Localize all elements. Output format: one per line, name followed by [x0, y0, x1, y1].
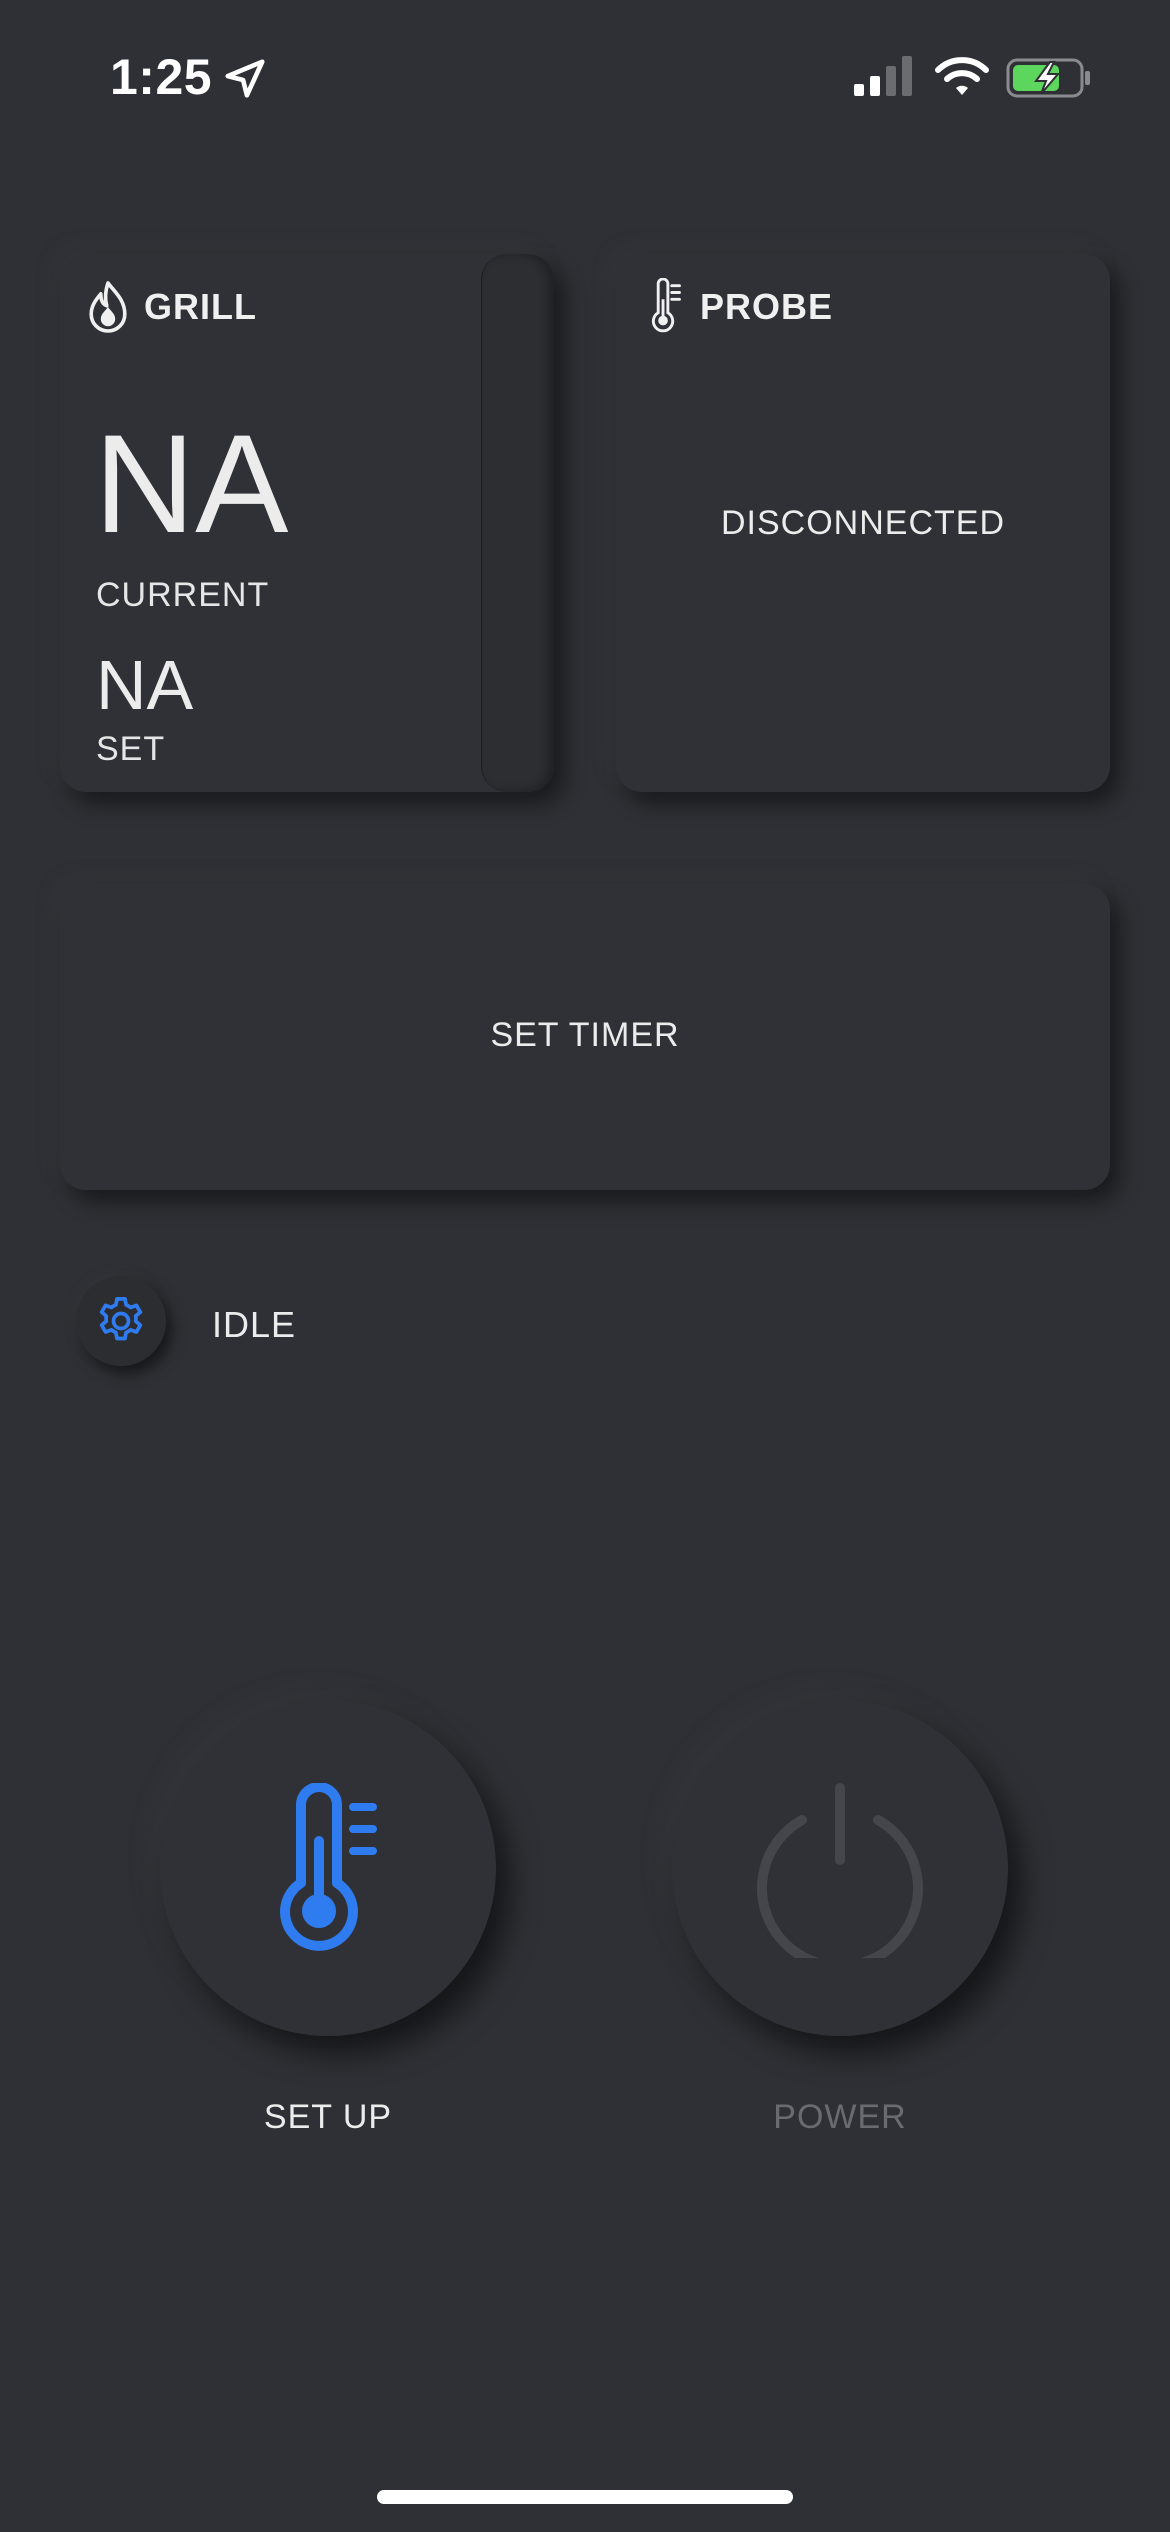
settings-button[interactable]: [76, 1276, 166, 1366]
probe-card[interactable]: PROBE DISCONNECTED: [616, 254, 1110, 792]
grill-set-label: SET: [96, 730, 166, 768]
power-icon: [757, 1783, 923, 1958]
thermometer-icon: [651, 278, 681, 333]
set-timer-button[interactable]: SET TIMER: [60, 884, 1110, 1190]
home-indicator[interactable]: [377, 2490, 793, 2504]
grill-card-title: GRILL: [144, 286, 257, 327]
setup-label: SET UP: [263, 2098, 393, 2136]
grill-current-temp: NA: [94, 405, 289, 562]
grill-card[interactable]: GRILL NA CURRENT NA SET: [60, 254, 554, 792]
probe-status-text: DISCONNECTED: [720, 504, 1006, 542]
cellular-signal-icon: [854, 56, 912, 96]
set-timer-label: SET TIMER: [490, 1016, 680, 1054]
battery-charging-icon: [1006, 58, 1090, 98]
power-button[interactable]: [672, 1700, 1008, 2036]
power-label: POWER: [773, 2098, 907, 2136]
gear-icon: [99, 1296, 143, 1341]
thermometer-icon: [280, 1783, 377, 1951]
setup-button[interactable]: [160, 1700, 496, 2036]
grill-card-header: GRILL: [84, 278, 257, 336]
location-arrow-icon: [225, 59, 265, 98]
grill-card-side-handle[interactable]: [481, 254, 554, 792]
grill-status-label: IDLE: [212, 1304, 297, 1345]
probe-card-header: PROBE: [640, 278, 833, 336]
flame-icon: [89, 281, 127, 333]
grill-current-label: CURRENT: [96, 576, 270, 614]
grill-set-temp: NA: [96, 646, 194, 724]
probe-card-title: PROBE: [700, 286, 834, 327]
status-time: 1:25: [110, 49, 213, 105]
wifi-icon: [935, 57, 989, 95]
